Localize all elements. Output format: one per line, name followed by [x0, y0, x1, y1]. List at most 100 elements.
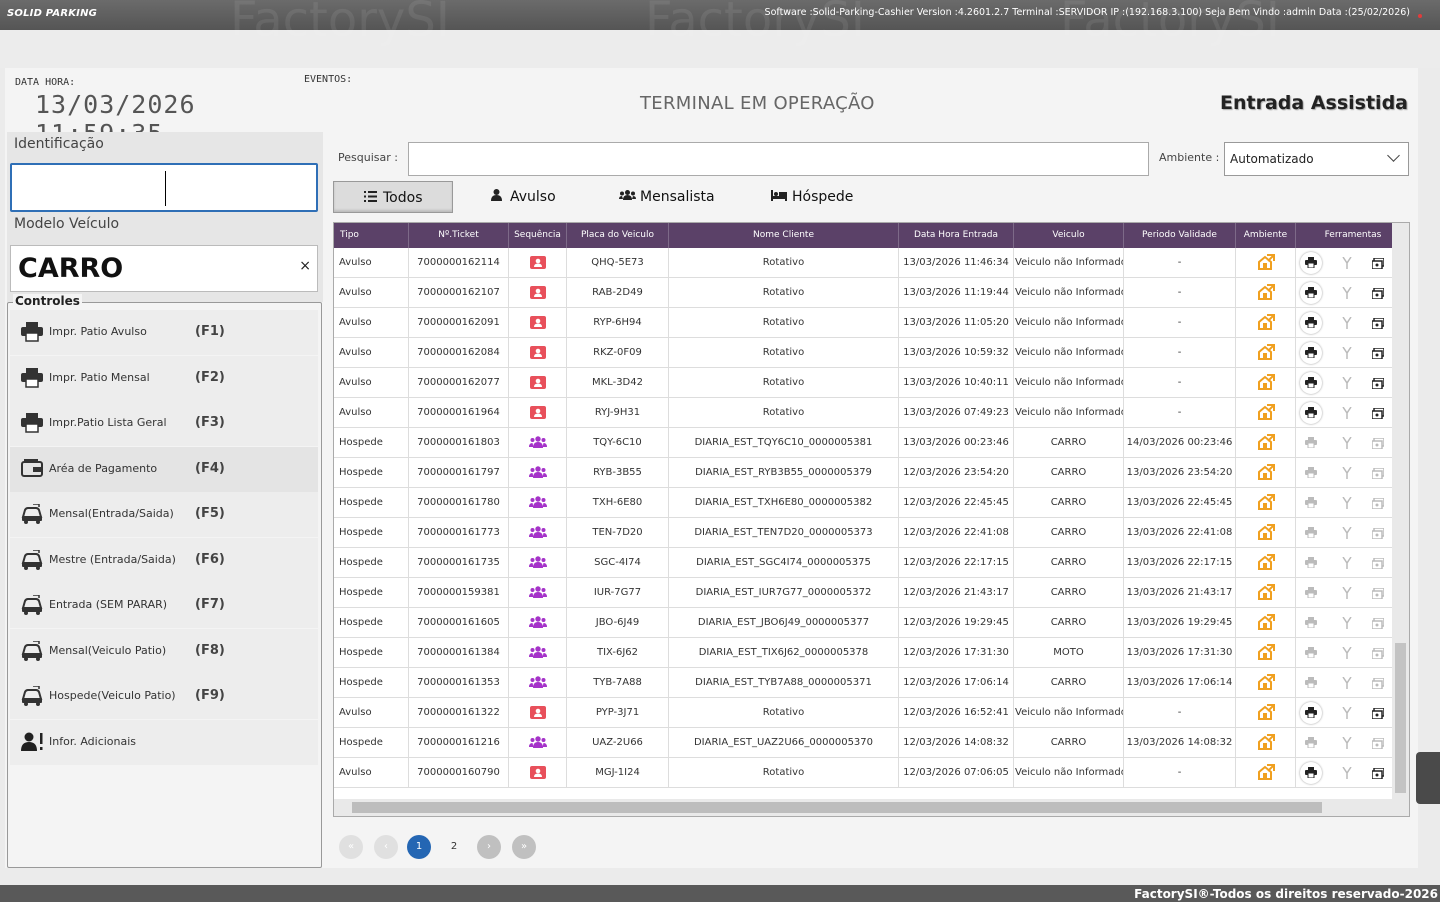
environment-cell[interactable]	[1236, 608, 1296, 638]
control-info-button[interactable]: Infor. Adicionais	[10, 719, 318, 765]
control-f7-button[interactable]: Entrada (SEM PARAR) (F7)	[10, 583, 318, 628]
column-header[interactable]: Nome Cliente	[669, 223, 899, 248]
print-button[interactable]	[1300, 732, 1322, 754]
receipt-button[interactable]	[1369, 702, 1391, 724]
table-row[interactable]: Hospede 7000000161780 TXH-6E80 DIARIA_EST_T…	[334, 488, 1394, 518]
control-f2-button[interactable]: Impr. Patio Mensal (F2)	[10, 355, 318, 401]
split-button[interactable]	[1336, 732, 1358, 754]
control-f6-button[interactable]: Mestre (Entrada/Saida) (F6)	[10, 537, 318, 583]
receipt-button[interactable]	[1369, 432, 1391, 454]
environment-cell[interactable]	[1236, 728, 1296, 758]
table-row[interactable]: Avulso 7000000162091 RYP-6H94 Rotativo 13/03…	[334, 308, 1394, 338]
print-button[interactable]	[1300, 462, 1322, 484]
environment-cell[interactable]	[1236, 518, 1296, 548]
environment-cell[interactable]	[1236, 398, 1296, 428]
tab-todos[interactable]: Todos	[333, 181, 453, 213]
print-button[interactable]	[1300, 762, 1322, 784]
page-button-1[interactable]: 1	[407, 835, 431, 859]
table-row[interactable]: Hospede 7000000161384 TIX-6J62 DIARIA_EST_T…	[334, 638, 1394, 668]
receipt-button[interactable]	[1369, 282, 1391, 304]
table-row[interactable]: Hospede 7000000161605 JBO-6J49 DIARIA_EST_J…	[334, 608, 1394, 638]
split-button[interactable]	[1336, 402, 1358, 424]
table-row[interactable]: Avulso 7000000161322 PYP-3J71 Rotativo 12/03…	[334, 698, 1394, 728]
table-row[interactable]: Hospede 7000000161803 TQY-6C10 DIARIA_EST_T…	[334, 428, 1394, 458]
split-button[interactable]	[1336, 312, 1358, 334]
table-row[interactable]: Avulso 7000000162077 MKL-3D42 Rotativo 13/03…	[334, 368, 1394, 398]
split-button[interactable]	[1336, 612, 1358, 634]
receipt-button[interactable]	[1369, 492, 1391, 514]
environment-cell[interactable]	[1236, 308, 1296, 338]
control-f3-button[interactable]: Impr.Patio Lista Geral (F3)	[10, 401, 318, 446]
split-button[interactable]	[1336, 282, 1358, 304]
control-f5-button[interactable]: Mensal(Entrada/Saida) (F5)	[10, 492, 318, 537]
print-button[interactable]	[1300, 612, 1322, 634]
receipt-button[interactable]	[1369, 582, 1391, 604]
environment-cell[interactable]	[1236, 548, 1296, 578]
print-button[interactable]	[1300, 522, 1322, 544]
print-button[interactable]	[1300, 312, 1322, 334]
identification-input[interactable]	[10, 163, 318, 212]
prev-page-button[interactable]: ‹	[374, 835, 398, 859]
control-f4-button[interactable]: Aréa de Pagamento (F4)	[10, 446, 318, 492]
print-button[interactable]	[1300, 552, 1322, 574]
clear-icon[interactable]: ×	[299, 258, 311, 274]
page-button-2[interactable]: 2	[442, 835, 466, 859]
receipt-button[interactable]	[1369, 372, 1391, 394]
receipt-button[interactable]	[1369, 612, 1391, 634]
print-button[interactable]	[1300, 492, 1322, 514]
split-button[interactable]	[1336, 642, 1358, 664]
scroll-thumb[interactable]	[352, 802, 1322, 813]
environment-cell[interactable]	[1236, 248, 1296, 278]
last-page-button[interactable]: »	[512, 835, 536, 859]
print-button[interactable]	[1300, 582, 1322, 604]
environment-cell[interactable]	[1236, 758, 1296, 788]
table-row[interactable]: Avulso 7000000160790 MGJ-1I24 Rotativo 12/03…	[334, 758, 1394, 788]
split-button[interactable]	[1336, 762, 1358, 784]
table-row[interactable]: Hospede 7000000161797 RYB-3B55 DIARIA_EST_R…	[334, 458, 1394, 488]
column-header[interactable]: Ambiente	[1236, 223, 1296, 248]
split-button[interactable]	[1336, 492, 1358, 514]
table-row[interactable]: Avulso 7000000162114 QHQ-5E73 Rotativo 13/03…	[334, 248, 1394, 278]
split-button[interactable]	[1336, 552, 1358, 574]
environment-select[interactable]: Automatizado	[1224, 142, 1409, 176]
split-button[interactable]	[1336, 372, 1358, 394]
receipt-button[interactable]	[1369, 402, 1391, 424]
side-panel-toggle[interactable]	[1416, 752, 1440, 804]
receipt-button[interactable]	[1369, 642, 1391, 664]
scroll-thumb[interactable]	[1395, 643, 1406, 793]
receipt-button[interactable]	[1369, 522, 1391, 544]
split-button[interactable]	[1336, 702, 1358, 724]
print-button[interactable]	[1300, 402, 1322, 424]
environment-cell[interactable]	[1236, 458, 1296, 488]
print-button[interactable]	[1300, 282, 1322, 304]
next-page-button[interactable]: ›	[477, 835, 501, 859]
environment-cell[interactable]	[1236, 278, 1296, 308]
table-row[interactable]: Hospede 7000000161735 SGC-4I74 DIARIA_EST_S…	[334, 548, 1394, 578]
print-button[interactable]	[1300, 372, 1322, 394]
print-button[interactable]	[1300, 702, 1322, 724]
tab-hospede[interactable]: Hóspede	[760, 181, 870, 213]
split-button[interactable]	[1336, 462, 1358, 484]
vertical-scrollbar[interactable]	[1392, 223, 1409, 801]
receipt-button[interactable]	[1369, 462, 1391, 484]
column-header[interactable]: Periodo Validade	[1124, 223, 1236, 248]
environment-cell[interactable]	[1236, 368, 1296, 398]
environment-cell[interactable]	[1236, 338, 1296, 368]
control-f9-button[interactable]: Hospede(Veiculo Patio) (F9)	[10, 674, 318, 719]
print-button[interactable]	[1300, 642, 1322, 664]
search-input[interactable]	[408, 142, 1149, 176]
column-header[interactable]: Placa do Veiculo	[567, 223, 669, 248]
table-row[interactable]: Hospede 7000000161353 TYB-7A88 DIARIA_EST_T…	[334, 668, 1394, 698]
environment-cell[interactable]	[1236, 668, 1296, 698]
column-header[interactable]: Data Hora Entrada	[899, 223, 1014, 248]
print-button[interactable]	[1300, 672, 1322, 694]
split-button[interactable]	[1336, 432, 1358, 454]
split-button[interactable]	[1336, 252, 1358, 274]
table-row[interactable]: Hospede 7000000161773 TEN-7D20 DIARIA_EST_T…	[334, 518, 1394, 548]
table-row[interactable]: Avulso 7000000162084 RKZ-0F09 Rotativo 13/03…	[334, 338, 1394, 368]
split-button[interactable]	[1336, 342, 1358, 364]
environment-cell[interactable]	[1236, 698, 1296, 728]
receipt-button[interactable]	[1369, 672, 1391, 694]
split-button[interactable]	[1336, 672, 1358, 694]
print-button[interactable]	[1300, 342, 1322, 364]
